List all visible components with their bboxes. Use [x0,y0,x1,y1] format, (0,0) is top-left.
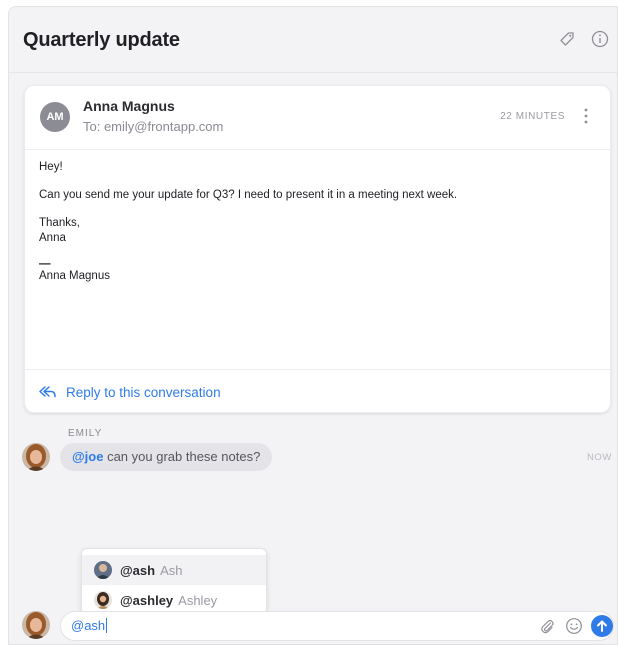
message-body: Hey! Can you send me your update for Q3?… [39,160,599,297]
reply-all-icon [39,386,56,398]
more-options-icon[interactable] [579,106,593,126]
comment-input-text: @ash [71,618,106,633]
mention-option-ash[interactable]: @ash Ash [82,555,266,585]
current-user-avatar-photo [22,611,50,639]
mention-name: Ash [160,562,183,578]
reply-button[interactable]: Reply to this conversation [39,383,221,401]
signature-divider: — [39,258,51,270]
conversation-header: Quarterly update [9,7,617,73]
comment-input[interactable]: @ash [71,612,511,640]
email-message-card: AM Anna Magnus To: emily@frontapp.com 22… [24,85,611,413]
emoji-icon[interactable] [565,617,583,635]
reply-label: Reply to this conversation [66,384,221,400]
conversation-panel: Quarterly update AM Anna Magnus To: emil… [8,6,618,645]
arrow-up-icon [597,620,607,632]
message-footer: Reply to this conversation [25,369,610,413]
avatar [22,611,50,639]
comment-text: can you grab these notes? [103,449,261,464]
message-greeting: Hey! [39,161,63,173]
message-signature: Anna Magnus [39,270,110,282]
sender-name: Anna Magnus [83,98,175,114]
avatar [94,591,112,609]
comment-timestamp: NOW [586,452,612,463]
mention-tag[interactable]: @joe [72,449,103,464]
text-caret [106,618,108,633]
comment-author: EMILY [68,428,103,439]
comment-bubble: @joe can you grab these notes? [60,443,273,471]
tag-icon[interactable] [557,29,577,49]
avatar[interactable]: AM [40,102,70,132]
mention-name: Ashley [178,592,218,608]
avatar [94,561,112,579]
emily-avatar-photo [22,443,50,471]
send-button[interactable] [591,615,613,637]
mention-handle: @ash [120,562,156,578]
recipient-line: To: emily@frontapp.com [83,119,224,134]
comment-composer: @ash [60,611,614,641]
message-timestamp: 22 MINUTES [500,111,565,122]
mention-handle: @ashley [120,592,174,608]
message-header: AM Anna Magnus To: emily@frontapp.com 22… [25,86,610,150]
message-paragraph: Can you send me your update for Q3? I ne… [39,189,458,201]
avatar [22,443,50,471]
info-icon[interactable] [590,29,610,49]
paperclip-icon[interactable] [539,618,555,634]
message-signoff-name: Anna [39,232,66,244]
message-thanks: Thanks, [39,217,80,229]
conversation-title: Quarterly update [23,29,180,51]
mention-suggestions: @ash Ash @ashley Ashley [81,548,267,618]
